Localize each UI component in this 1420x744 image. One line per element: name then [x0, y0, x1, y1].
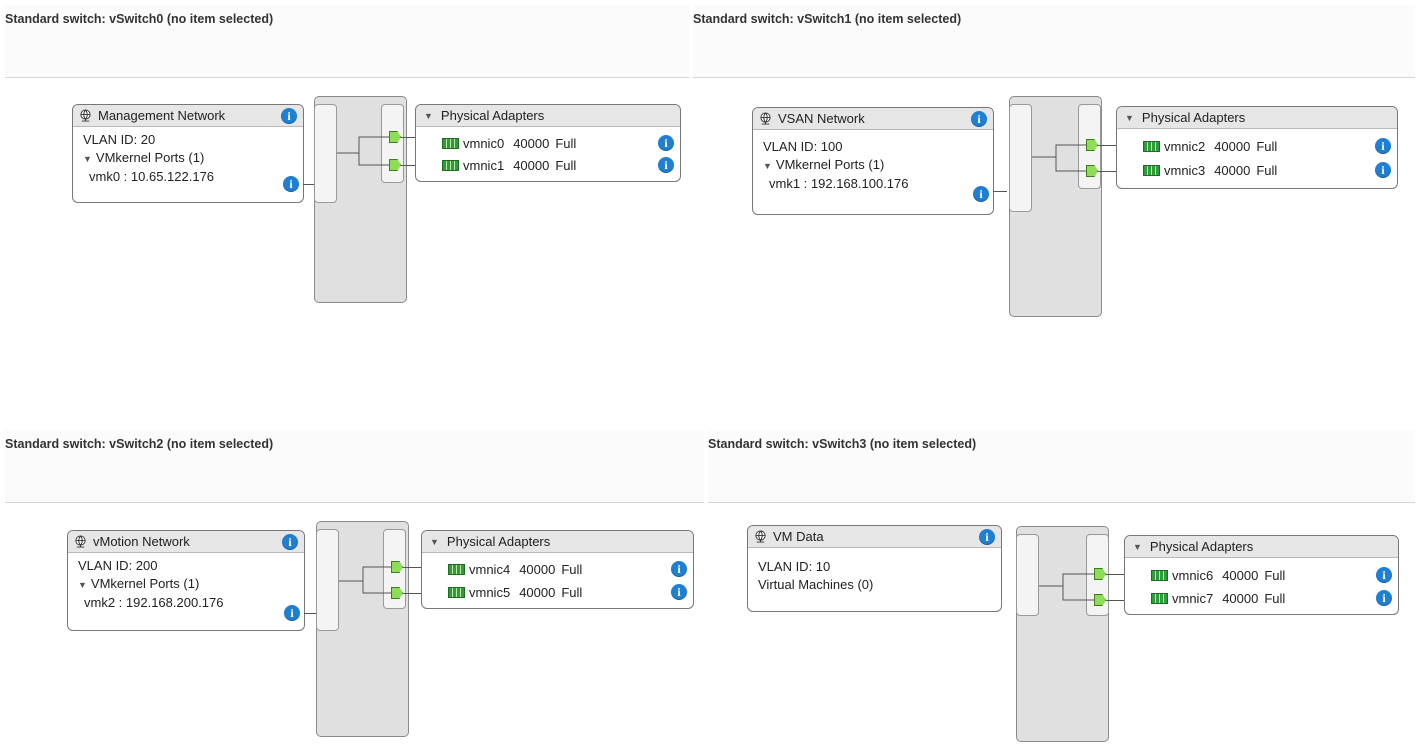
adapter-speed: 40000	[1214, 138, 1251, 154]
physical-adapters-header[interactable]: ▼ Physical Adapters	[1117, 107, 1397, 129]
adapter-name: vmnic6	[1172, 567, 1214, 583]
triangle-down-icon: ▼	[1133, 541, 1142, 552]
physical-adapters-header[interactable]: ▼ Physical Adapters	[422, 531, 693, 553]
adapter-row[interactable]: vmnic4 40000 Full i	[448, 560, 687, 578]
adapter-speed: 40000	[513, 157, 550, 173]
physical-adapters-title: Physical Adapters	[1149, 539, 1254, 554]
nic-icon	[1143, 164, 1160, 176]
triangle-down-icon: ▼	[424, 110, 433, 121]
connector-line	[403, 567, 421, 568]
physical-adapters-title: Physical Adapters	[440, 108, 545, 123]
nic-icon	[1151, 592, 1168, 604]
info-icon[interactable]: i	[671, 584, 687, 600]
adapter-speed: 40000	[519, 584, 556, 600]
adapter-duplex: Full	[1264, 590, 1286, 606]
physical-adapters-box[interactable]: ▼ Physical Adapters vmnic2 40000 Full i vmni…	[1116, 106, 1398, 189]
adapter-speed: 40000	[1222, 590, 1259, 606]
adapter-row[interactable]: vmnic7 40000 Full i	[1151, 589, 1392, 607]
triangle-down-icon: ▼	[430, 536, 439, 547]
adapter-duplex: Full	[1264, 567, 1286, 583]
adapter-duplex: Full	[1256, 162, 1278, 178]
connector-line	[401, 137, 415, 138]
physical-adapters-title: Physical Adapters	[446, 534, 551, 549]
adapter-row[interactable]: vmnic2 40000 Full i	[1143, 137, 1391, 155]
adapter-row[interactable]: vmnic5 40000 Full i	[448, 583, 687, 601]
nic-icon	[442, 137, 459, 149]
nic-icon	[1143, 140, 1160, 152]
vswitch0-panel: Standard switch: vSwitch0 (no item selec…	[5, 5, 689, 325]
adapter-duplex: Full	[555, 135, 577, 151]
adapter-row[interactable]: vmnic6 40000 Full i	[1151, 566, 1392, 584]
adapter-speed: 40000	[519, 561, 556, 577]
adapter-name: vmnic3	[1164, 162, 1206, 178]
connector-line	[401, 165, 415, 166]
adapter-duplex: Full	[1256, 138, 1278, 154]
adapter-duplex: Full	[555, 157, 577, 173]
adapter-name: vmnic1	[463, 157, 505, 173]
info-icon[interactable]: i	[1375, 162, 1391, 178]
info-icon[interactable]: i	[671, 561, 687, 577]
connector-line	[1098, 171, 1116, 172]
info-icon[interactable]: i	[658, 135, 674, 151]
physical-adapters-box[interactable]: ▼ Physical Adapters vmnic6 40000 Full i vmni…	[1124, 535, 1399, 615]
adapter-duplex: Full	[561, 584, 583, 600]
info-icon[interactable]: i	[1376, 590, 1392, 606]
vswitch1-panel: Standard switch: vSwitch1 (no item selec…	[693, 5, 1415, 325]
adapter-name: vmnic5	[469, 584, 511, 600]
info-icon[interactable]: i	[1376, 567, 1392, 583]
adapter-speed: 40000	[1222, 567, 1259, 583]
nic-icon	[448, 563, 465, 575]
adapter-row[interactable]: vmnic0 40000 Full i	[442, 134, 674, 152]
vswitch2-panel: Standard switch: vSwitch2 (no item selec…	[5, 430, 704, 744]
adapter-row[interactable]: vmnic1 40000 Full i	[442, 156, 674, 174]
physical-adapters-title: Physical Adapters	[1141, 110, 1246, 125]
nic-icon	[442, 159, 459, 171]
adapter-name: vmnic2	[1164, 138, 1206, 154]
adapter-speed: 40000	[1214, 162, 1251, 178]
adapter-speed: 40000	[513, 135, 550, 151]
nic-icon	[448, 586, 465, 598]
physical-adapters-box[interactable]: ▼ Physical Adapters vmnic4 40000 Full i vmni…	[421, 530, 694, 609]
physical-adapters-header[interactable]: ▼ Physical Adapters	[1125, 536, 1398, 558]
connector-line	[403, 593, 421, 594]
info-icon[interactable]: i	[658, 157, 674, 173]
nic-icon	[1151, 569, 1168, 581]
adapter-name: vmnic7	[1172, 590, 1214, 606]
adapter-duplex: Full	[561, 561, 583, 577]
physical-adapters-box[interactable]: ▼ Physical Adapters vmnic0 40000 Full i vmni…	[415, 104, 681, 182]
physical-adapters-header[interactable]: ▼ Physical Adapters	[416, 105, 680, 127]
connector-line	[1106, 574, 1124, 575]
adapter-name: vmnic4	[469, 561, 511, 577]
connector-line	[1098, 145, 1116, 146]
adapter-row[interactable]: vmnic3 40000 Full i	[1143, 161, 1391, 179]
adapter-name: vmnic0	[463, 135, 505, 151]
info-icon[interactable]: i	[1375, 138, 1391, 154]
vswitch3-panel: Standard switch: vSwitch3 (no item selec…	[708, 430, 1415, 744]
triangle-down-icon: ▼	[1125, 112, 1134, 123]
connector-line	[1106, 600, 1124, 601]
